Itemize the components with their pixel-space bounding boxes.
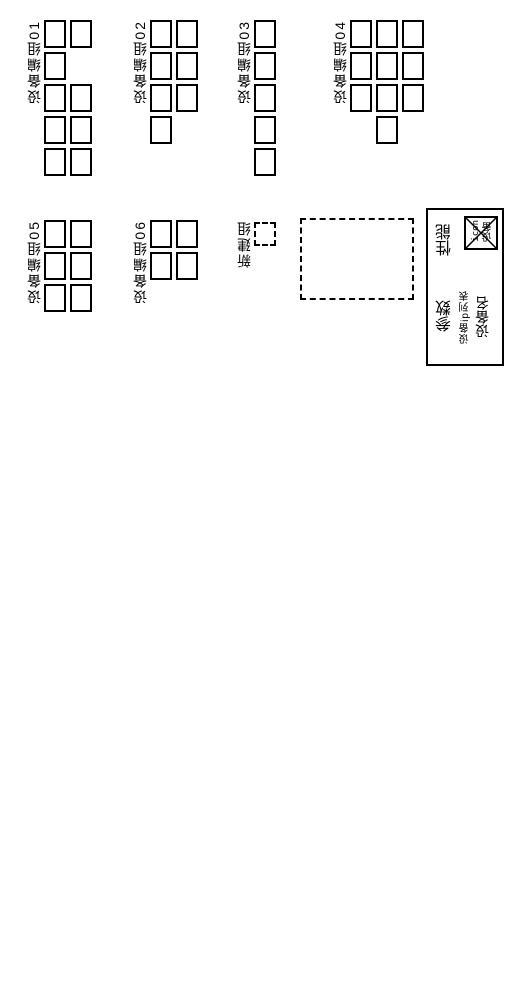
device-box bbox=[176, 52, 198, 80]
device-box bbox=[150, 220, 172, 248]
device-box bbox=[44, 116, 66, 144]
group-label-05: 设备编组05 bbox=[24, 220, 44, 304]
device-box bbox=[402, 20, 424, 48]
dashed-drop-area[interactable] bbox=[300, 218, 414, 300]
device-box bbox=[70, 116, 92, 144]
device-box bbox=[44, 20, 66, 48]
group-label-03: 设备编组03 bbox=[234, 20, 254, 104]
device-box bbox=[44, 284, 66, 312]
device-box bbox=[44, 220, 66, 248]
group-label-01: 设备编组01 bbox=[24, 20, 44, 104]
group-label-04: 设备编组04 bbox=[330, 20, 350, 104]
device-box bbox=[44, 252, 66, 280]
device-icon: 设备 icon bbox=[464, 216, 498, 250]
device-box bbox=[402, 52, 424, 80]
device-box bbox=[150, 84, 172, 112]
device-box bbox=[44, 52, 66, 80]
legend-device-name: 设备名 bbox=[472, 296, 492, 338]
device-box bbox=[44, 148, 66, 176]
device-box bbox=[350, 84, 372, 112]
legend-device-ip: 设备ip列表 bbox=[458, 290, 473, 344]
device-box bbox=[70, 284, 92, 312]
device-box bbox=[254, 84, 276, 112]
device-box bbox=[176, 20, 198, 48]
device-box bbox=[254, 148, 276, 176]
legend-perf: 性能 bbox=[434, 224, 458, 256]
device-box bbox=[376, 52, 398, 80]
device-box bbox=[150, 52, 172, 80]
device-box bbox=[376, 20, 398, 48]
device-box bbox=[254, 20, 276, 48]
device-box bbox=[376, 84, 398, 112]
device-box bbox=[70, 220, 92, 248]
device-box bbox=[254, 116, 276, 144]
device-box-placeholder[interactable] bbox=[254, 222, 276, 246]
legend-icon-line1: 设备 bbox=[481, 222, 496, 242]
device-box bbox=[150, 252, 172, 280]
device-box bbox=[376, 116, 398, 144]
legend-card: 设备 icon 设备名 设备ip列表 性能 参数 bbox=[426, 208, 504, 366]
legend-icon-line2: icon bbox=[471, 220, 481, 242]
group-label-06: 设备编组06 bbox=[130, 220, 150, 304]
group-label-new: 新建组 bbox=[234, 220, 254, 268]
device-box bbox=[176, 252, 198, 280]
device-box bbox=[176, 84, 198, 112]
device-box bbox=[254, 52, 276, 80]
device-box bbox=[150, 20, 172, 48]
legend-params: 参数 bbox=[434, 300, 458, 332]
device-box bbox=[176, 220, 198, 248]
group-label-02: 设备编组02 bbox=[130, 20, 150, 104]
device-box bbox=[44, 84, 66, 112]
device-box bbox=[70, 84, 92, 112]
device-box bbox=[70, 148, 92, 176]
device-box bbox=[350, 20, 372, 48]
device-box bbox=[150, 116, 172, 144]
device-box bbox=[70, 20, 92, 48]
device-box bbox=[70, 252, 92, 280]
device-box bbox=[350, 52, 372, 80]
device-box bbox=[402, 84, 424, 112]
